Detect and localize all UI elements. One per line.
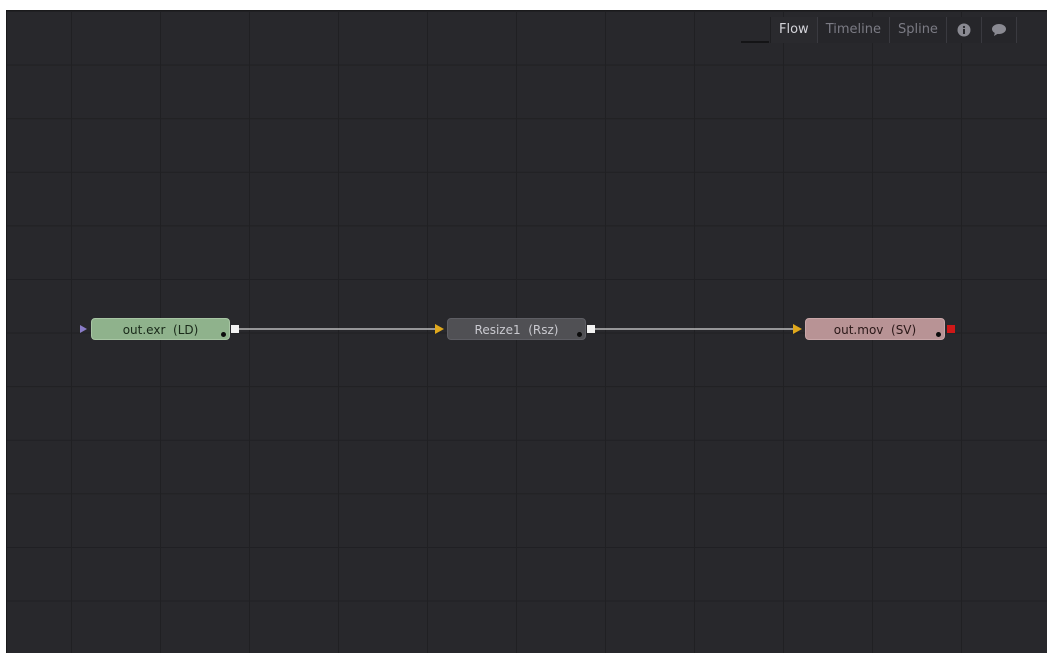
saver-node[interactable]: out.mov (SV): [805, 318, 945, 340]
loader-input-arrow: [80, 325, 87, 333]
view-tab-bar: Flow Timeline Spline: [770, 17, 1017, 43]
tab-bar-shadow: [741, 41, 769, 43]
flow-canvas[interactable]: Flow Timeline Spline out.exr (LD) Resize…: [6, 10, 1047, 653]
loader-node[interactable]: out.exr (LD): [91, 318, 230, 340]
info-icon[interactable]: [947, 17, 982, 43]
saver-node-label: out.mov (SV): [833, 323, 917, 337]
resize-node-label: Resize1 (Rsz): [474, 323, 559, 337]
tab-timeline[interactable]: Timeline: [818, 17, 890, 43]
saver-node-indicator: [936, 332, 941, 337]
resize-node[interactable]: Resize1 (Rsz): [447, 318, 586, 340]
loader-node-label: out.exr (LD): [122, 323, 199, 337]
loader-node-indicator: [221, 332, 226, 337]
saver-output-port: [947, 325, 955, 333]
tab-flow[interactable]: Flow: [771, 17, 818, 43]
resize-output-port[interactable]: [587, 325, 595, 333]
saver-input-arrow: [793, 324, 802, 334]
resize-node-indicator: [577, 332, 582, 337]
resize-input-arrow: [435, 324, 444, 334]
tab-spline[interactable]: Spline: [890, 17, 947, 43]
loader-output-port[interactable]: [231, 325, 239, 333]
comment-icon[interactable]: [982, 17, 1017, 43]
